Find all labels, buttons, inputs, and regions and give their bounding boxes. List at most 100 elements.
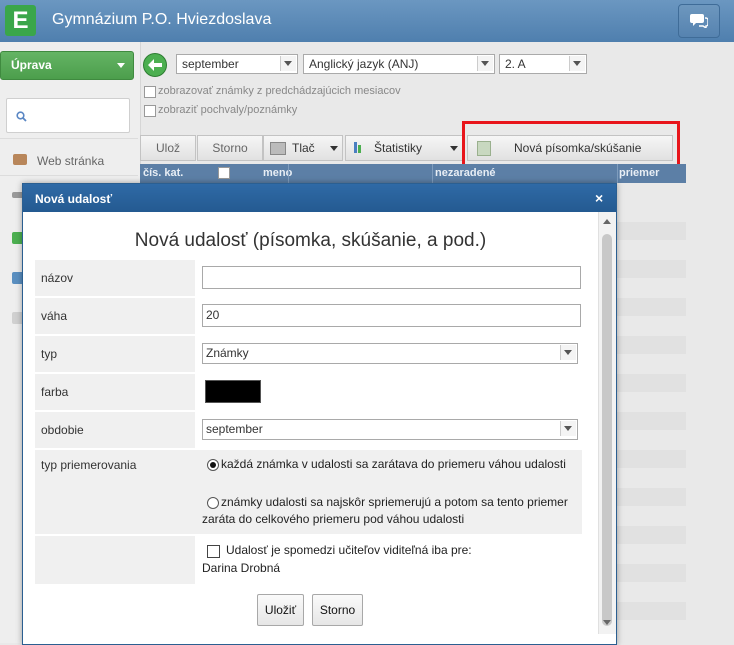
table-row[interactable] (616, 260, 686, 278)
column-header[interactable]: čís. kat. (143, 167, 183, 179)
app-title: Gymnázium P.O. Hviezdoslava (52, 11, 272, 28)
name-input[interactable] (202, 266, 581, 289)
new-event-dialog: Nová udalosť × Nová udalosť (písomka, sk… (22, 183, 617, 645)
month-select[interactable]: september (176, 54, 298, 74)
table-row[interactable] (616, 450, 686, 468)
app-logo[interactable]: E (5, 5, 36, 36)
stats-label: Štatistiky (374, 141, 423, 155)
sidebar-divider (0, 138, 138, 139)
month-select-value: september (182, 57, 239, 71)
back-button[interactable] (143, 53, 167, 77)
averaging-row: typ priemerovania každá známka v udalost… (35, 450, 582, 534)
table-row[interactable] (616, 602, 686, 620)
dialog-save-button[interactable]: Uložiť (257, 594, 304, 626)
subject-select[interactable]: Anglický jazyk (ANJ) (303, 54, 495, 74)
period-select[interactable]: september (202, 419, 578, 440)
averaging-option1-label: každá známka v udalosti sa zarátava do p… (221, 457, 566, 471)
subject-select-value: Anglický jazyk (ANJ) (309, 57, 419, 71)
search-icon (16, 111, 27, 122)
type-select-value: Známky (206, 346, 249, 360)
sidebar-search-input[interactable] (6, 98, 130, 133)
chat-button[interactable] (678, 4, 720, 38)
color-label: farba (41, 385, 69, 399)
cancel-button[interactable]: Storno (197, 135, 263, 161)
visibility-row: Udalosť je spomedzi učiteľov viditeľná i… (35, 536, 582, 584)
column-header[interactable]: nezaradené (435, 167, 496, 179)
print-label: Tlač (292, 141, 315, 155)
name-row: názov (35, 260, 582, 296)
dialog-cancel-button[interactable]: Storno (312, 594, 363, 626)
highlight-box (462, 121, 680, 167)
chevron-down-icon (477, 56, 493, 71)
table-row[interactable] (616, 526, 686, 544)
averaging-option2-label: známky udalosti sa najskôr spriemerujú a… (202, 495, 568, 526)
printer-icon (270, 142, 286, 155)
dialog-title: Nová udalosť (35, 192, 113, 206)
class-select-value: 2. A (505, 57, 526, 71)
close-icon[interactable]: × (595, 190, 603, 206)
save-button[interactable]: Ulož (140, 135, 196, 161)
sidebar-divider (0, 175, 138, 176)
chevron-down-icon (450, 146, 458, 151)
table-row[interactable] (616, 564, 686, 582)
period-label: obdobie (41, 423, 84, 437)
scroll-down-icon[interactable] (603, 620, 611, 625)
table-row[interactable] (616, 488, 686, 506)
type-select[interactable]: Známky (202, 343, 578, 364)
grid-header: čís. kat. meno nezaradené priemer (140, 164, 686, 183)
name-label: názov (41, 271, 74, 285)
chart-icon (354, 142, 357, 153)
weight-label: váha (41, 309, 68, 323)
chevron-down-icon (560, 345, 576, 360)
table-row[interactable] (616, 374, 686, 392)
averaging-label: typ priemerovania (41, 458, 137, 472)
prev-months-checkbox[interactable] (144, 86, 156, 98)
scroll-thumb[interactable] (602, 234, 612, 626)
home-icon (13, 154, 27, 165)
weight-input[interactable]: 20 (202, 304, 581, 327)
dialog-titlebar: Nová udalosť × (23, 184, 616, 212)
visibility-checkbox[interactable] (207, 545, 220, 558)
period-select-value: september (206, 422, 263, 436)
praise-label: zobraziť pochvaly/poznámky (158, 104, 298, 116)
chart-icon-bar (358, 145, 361, 153)
sidebar-item-label: Web stránka (37, 154, 105, 168)
type-row: typ Známky (35, 336, 582, 372)
scroll-up-icon[interactable] (603, 219, 611, 224)
weight-row: váha 20 (35, 298, 582, 334)
dialog-scrollbar[interactable] (598, 212, 616, 634)
sidebar-item-web-stranka[interactable]: Web stránka (0, 147, 138, 173)
table-row[interactable] (616, 412, 686, 430)
column-divider (432, 164, 433, 183)
visibility-user: Darina Drobná (202, 561, 281, 575)
period-row: obdobie september (35, 412, 582, 448)
chat-icon (690, 14, 708, 28)
table-row[interactable] (616, 336, 686, 354)
uprava-menu-button[interactable]: Úprava (0, 51, 134, 80)
weight-input-value: 20 (206, 308, 220, 322)
prev-months-label: zobrazovať známky z predchádzajúcich mes… (158, 85, 401, 97)
color-picker[interactable] (205, 380, 261, 403)
chevron-down-icon (117, 63, 125, 68)
uprava-label: Úprava (11, 58, 52, 72)
chevron-down-icon (560, 421, 576, 436)
column-divider (617, 164, 618, 183)
type-label: typ (41, 347, 58, 361)
visibility-label: Udalosť je spomedzi učiteľov viditeľná i… (226, 543, 472, 557)
stats-button[interactable]: Štatistiky (345, 135, 463, 161)
table-row[interactable] (616, 222, 686, 240)
table-row[interactable] (616, 298, 686, 316)
chevron-down-icon (330, 146, 338, 151)
select-all-checkbox[interactable] (218, 167, 230, 179)
praise-checkbox[interactable] (144, 105, 156, 117)
print-button[interactable]: Tlač (263, 135, 343, 161)
column-divider (288, 164, 289, 183)
type-label-cell (35, 336, 195, 372)
chevron-down-icon (569, 56, 585, 71)
color-row: farba (35, 374, 582, 410)
class-select[interactable]: 2. A (499, 54, 587, 74)
form-heading: Nová udalosť (písomka, skúšanie, a pod.) (134, 230, 487, 251)
visibility-label-cell (35, 536, 195, 584)
chevron-down-icon (280, 56, 296, 71)
column-header[interactable]: priemer (619, 167, 659, 179)
